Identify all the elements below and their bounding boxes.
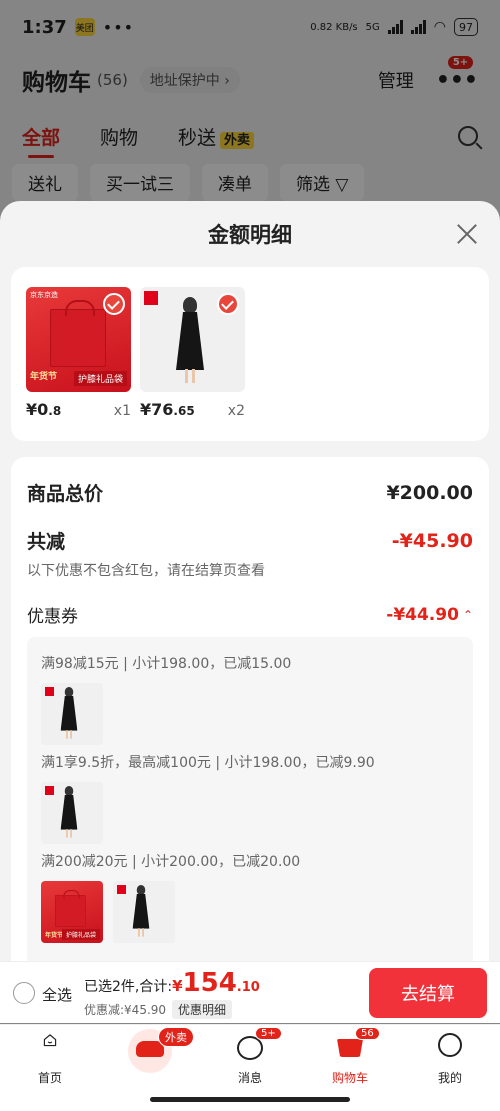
- reduce-label: 共减: [27, 531, 66, 553]
- coupon-row[interactable]: 优惠券 -¥44.90 ⌃: [27, 602, 473, 628]
- selected-count-text: 已选2件,合计:: [84, 979, 173, 995]
- product-qty: x2: [227, 403, 245, 419]
- nian-huo-tag: 年货节: [30, 372, 58, 382]
- home-icon: [35, 1033, 65, 1063]
- product-thumb: [41, 683, 103, 745]
- reduce-row: 共减 -¥45.90: [27, 527, 473, 554]
- delivery-badge: 外卖: [158, 1027, 194, 1047]
- coupon-value: -¥44.90: [386, 604, 459, 625]
- total-row: 商品总价 ¥200.00: [27, 479, 473, 506]
- checkout-button[interactable]: 去结算: [369, 968, 487, 1018]
- product-thumb: [41, 782, 103, 844]
- uniqlo-logo: [144, 291, 158, 305]
- select-all-radio[interactable]: [13, 982, 35, 1004]
- tab-messages[interactable]: 5+ 消息: [215, 1027, 285, 1086]
- profile-icon: [435, 1033, 465, 1063]
- chevron-up-icon[interactable]: ⌃: [463, 608, 473, 622]
- tab-messages-label: 消息: [237, 1071, 262, 1085]
- cart-badge: 56: [355, 1027, 380, 1040]
- total-decimal: .10: [236, 980, 260, 995]
- product-price: ¥0.8: [26, 400, 62, 419]
- coupon-label: 优惠券: [27, 607, 78, 627]
- discount-text: 优惠减:¥45.90: [84, 1003, 167, 1017]
- close-icon[interactable]: [456, 223, 478, 245]
- product-qty: x1: [113, 403, 131, 419]
- cart-icon: 56: [335, 1027, 380, 1063]
- discount-detail-button[interactable]: 优惠明细: [172, 1000, 233, 1019]
- total-label: 商品总价: [27, 483, 104, 505]
- tab-home-label: 首页: [37, 1071, 62, 1085]
- selected-products-card: 京东京造 年货节 护膝礼品袋 ¥0.8 x1 ¥76.65 x2: [11, 267, 489, 441]
- currency-symbol: ¥: [172, 977, 183, 995]
- tab-cart-label: 购物车: [331, 1071, 368, 1085]
- gift-bag-image: 京东京造 年货节 护膝礼品袋: [26, 287, 131, 392]
- gift-bag-icon: [50, 300, 106, 367]
- message-icon: 5+: [235, 1027, 282, 1063]
- home-indicator: [150, 1097, 350, 1102]
- tab-me[interactable]: 我的: [415, 1033, 485, 1086]
- tab-me-label: 我的: [437, 1071, 462, 1085]
- checkout-bar: 全选 已选2件,合计: ¥ 154 .10 优惠减:¥45.90 优惠明细 去结…: [0, 961, 500, 1023]
- model-figure: [170, 297, 210, 385]
- total-value: ¥200.00: [386, 481, 473, 504]
- selected-check-icon[interactable]: [103, 293, 125, 315]
- product-price: ¥76.65: [140, 400, 195, 419]
- discount-summary: 优惠减:¥45.90 优惠明细: [84, 1000, 233, 1019]
- sheet-title: 金额明细: [208, 223, 292, 247]
- product-item[interactable]: ¥76.65 x2: [140, 287, 245, 419]
- tab-cart[interactable]: 56 购物车: [315, 1027, 385, 1086]
- total-integer: 154: [182, 968, 237, 998]
- brand-logo: 京东京造: [30, 291, 58, 299]
- dress-image: [140, 287, 245, 392]
- product-thumb: [113, 881, 175, 943]
- product-thumb: 年货节 护膝礼品袋: [41, 881, 103, 943]
- selected-check-icon[interactable]: [217, 293, 239, 315]
- coupon-detail-box: 满98减15元 | 小计198.00，已减15.00 满1享9.5折，最高减10…: [27, 637, 473, 961]
- reduce-value: -¥45.90: [391, 529, 473, 552]
- select-all-label[interactable]: 全选: [42, 984, 72, 1005]
- product-item[interactable]: 京东京造 年货节 护膝礼品袋 ¥0.8 x1: [26, 287, 131, 419]
- coupon-line: 满98减15元 | 小计198.00，已减15.00: [41, 656, 292, 672]
- messages-badge: 5+: [255, 1027, 282, 1040]
- product-tag: 护膝礼品袋: [73, 371, 127, 386]
- tab-home[interactable]: 首页: [15, 1033, 85, 1086]
- amount-detail-sheet: 金额明细 京东京造 年货节 护膝礼品袋 ¥0.8 x1 ¥76.65 x2 商品…: [0, 201, 500, 961]
- discount-hint: 以下优惠不包含红包，请在结算页查看: [27, 563, 265, 579]
- coupon-line: 满1享9.5折，最高减100元 | 小计198.00，已减9.90: [41, 755, 375, 771]
- coupon-line: 满200减20元 | 小计200.00，已减20.00: [41, 854, 301, 870]
- checkout-summary: 已选2件,合计: ¥ 154 .10: [84, 968, 260, 998]
- price-breakdown-card: 商品总价 ¥200.00 共减 -¥45.90 以下优惠不包含红包，请在结算页查…: [11, 457, 489, 961]
